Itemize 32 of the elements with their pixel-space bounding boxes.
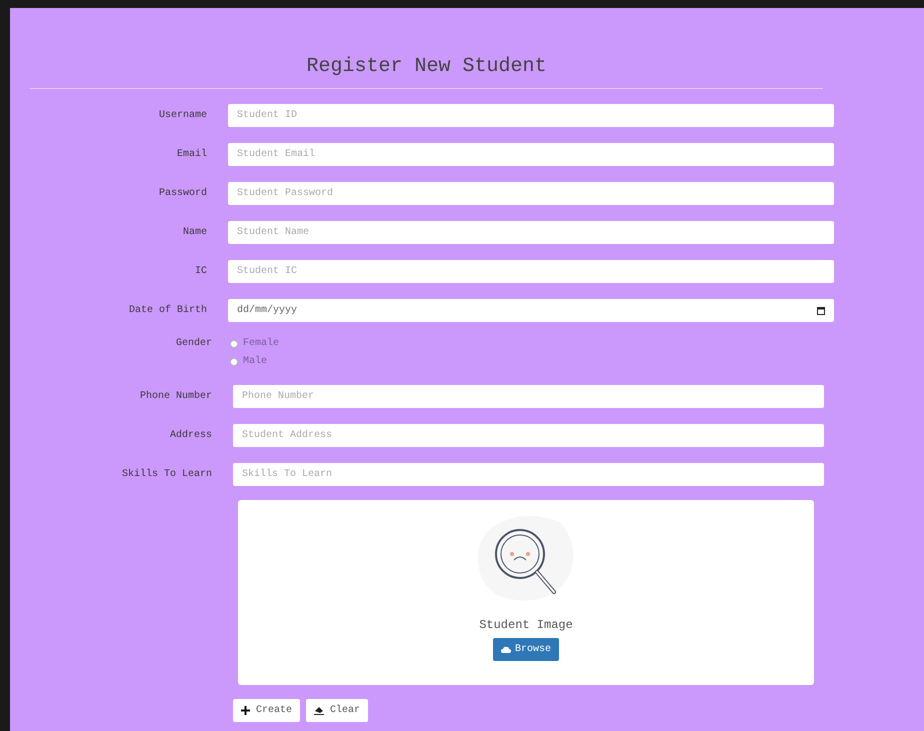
radio-label[interactable]: Female (243, 337, 280, 351)
field-label: Name (182, 226, 207, 240)
browse-button[interactable]: Browse (492, 638, 559, 661)
input-field[interactable]: Student Address (233, 424, 824, 447)
input-field[interactable]: Student Email (228, 143, 834, 166)
clear-button[interactable]: Clear (306, 699, 368, 722)
image-caption: Student Image (479, 617, 573, 634)
field-label: Skills To Learn (120, 468, 212, 482)
field-label: Date of Birth (128, 304, 207, 318)
cloud-icon (500, 646, 511, 653)
form-title: Register New Student (30, 54, 823, 89)
input-field[interactable]: Student ID (228, 104, 834, 127)
radio-button[interactable] (230, 358, 238, 366)
date-field[interactable]: dd/mm/yyyy (228, 299, 834, 322)
input-field[interactable]: Student Password (228, 182, 834, 205)
radio-button[interactable] (230, 340, 238, 348)
plus-icon (241, 706, 250, 715)
input-field[interactable]: Skills To Learn (233, 463, 824, 486)
calendar-icon[interactable] (817, 306, 825, 314)
field-label: Email (176, 148, 207, 162)
eraser-icon (314, 706, 324, 715)
input-field[interactable]: Student IC (228, 260, 834, 283)
create-button[interactable]: Create (233, 699, 300, 722)
input-field[interactable]: Phone Number (233, 385, 824, 408)
field-label: Phone Number (138, 390, 212, 404)
field-label: IC (194, 265, 207, 279)
radio-label[interactable]: Male (243, 355, 268, 369)
field-label: Gender (174, 336, 212, 351)
field-label: Username (158, 109, 207, 123)
field-label: Password (158, 186, 207, 201)
input-field[interactable]: Student Name (228, 221, 834, 244)
field-label: Address (168, 428, 212, 443)
